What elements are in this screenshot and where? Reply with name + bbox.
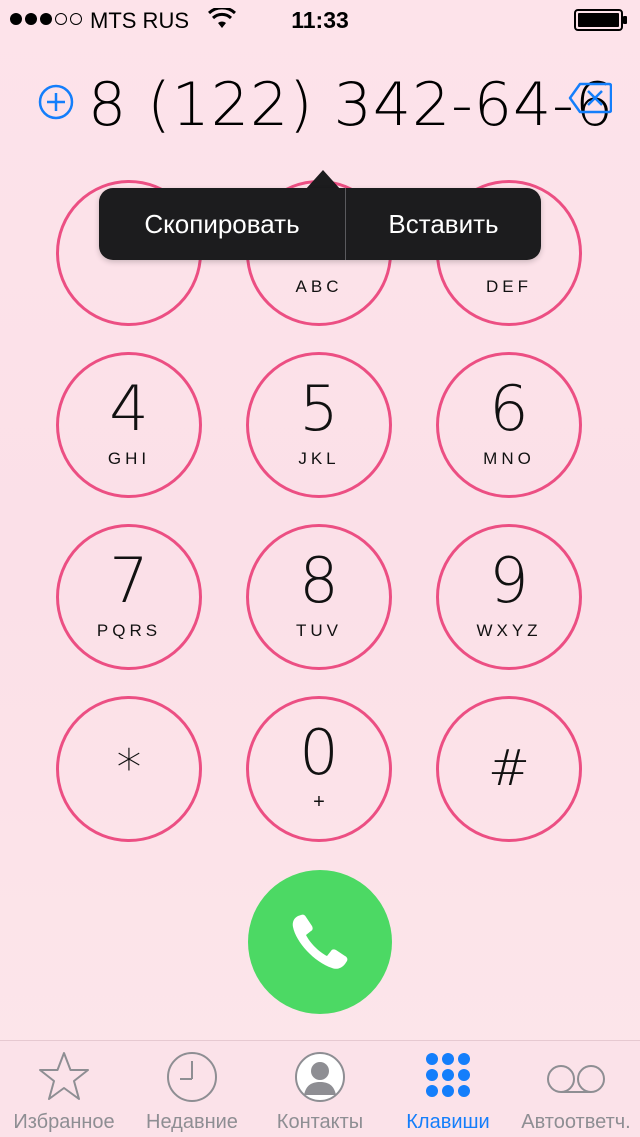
copy-button[interactable]: Скопировать — [99, 188, 345, 260]
tab-bar: Избранное Недавние Контакты Клавиши Авто… — [0, 1040, 640, 1137]
key-digit: 5 — [299, 372, 339, 445]
key-letters: TUV — [296, 621, 342, 640]
voicemail-icon — [547, 1065, 605, 1093]
key-4[interactable]: 4 GHI — [56, 352, 202, 498]
tab-label: Контакты — [276, 1111, 364, 1133]
tab-label: Клавиши — [406, 1111, 490, 1133]
key-digit: 4 — [109, 372, 149, 445]
key-letters: JKL — [298, 449, 340, 468]
key-letters: ABC — [295, 277, 343, 296]
key-letters: PQRS — [96, 621, 162, 640]
tab-recents[interactable]: Недавние — [128, 1041, 256, 1137]
tab-label: Автоответч. — [521, 1111, 631, 1133]
key-digit: 6 — [489, 372, 529, 445]
tab-label: Недавние — [146, 1111, 238, 1133]
key-digit: 0 — [299, 716, 339, 789]
key-digit: 9 — [489, 544, 529, 617]
backspace-icon[interactable] — [568, 82, 612, 114]
clock-icon — [167, 1052, 217, 1102]
key-digit: 7 — [109, 544, 149, 617]
key-9[interactable]: 9 WXYZ — [436, 524, 582, 670]
battery-icon — [574, 9, 627, 31]
status-bar: MTS RUS 11:33 — [0, 0, 640, 40]
keypad-icon — [426, 1053, 470, 1097]
key-0[interactable]: 0 + — [246, 696, 392, 842]
edit-menu-popup: Скопировать Вставить — [99, 188, 541, 260]
call-button[interactable] — [248, 870, 392, 1014]
tab-label: Избранное — [13, 1111, 115, 1133]
key-digit: 8 — [299, 544, 339, 617]
key-letters: + — [313, 791, 325, 813]
key-digit: * — [116, 739, 142, 797]
key-letters: GHI — [107, 449, 151, 468]
key-letters: WXYZ — [476, 621, 542, 640]
phone-icon — [292, 914, 348, 969]
key-digit: # — [488, 739, 530, 797]
paste-button[interactable]: Вставить — [346, 188, 541, 260]
key-7[interactable]: 7 PQRS — [56, 524, 202, 670]
key-hash[interactable]: # — [436, 696, 582, 842]
dialed-number[interactable]: 8 (122) 342-64-6 — [88, 70, 614, 140]
key-star[interactable]: * — [56, 696, 202, 842]
key-5[interactable]: 5 JKL — [246, 352, 392, 498]
key-8[interactable]: 8 TUV — [246, 524, 392, 670]
key-letters: DEF — [486, 277, 532, 296]
tab-keypad[interactable]: Клавиши — [384, 1041, 512, 1137]
star-icon — [39, 1052, 89, 1100]
tab-favorites[interactable]: Избранное — [0, 1041, 128, 1137]
tab-contacts[interactable]: Контакты — [256, 1041, 384, 1137]
key-6[interactable]: 6 MNO — [436, 352, 582, 498]
popup-arrow — [305, 170, 341, 190]
clock-time: 11:33 — [291, 7, 349, 33]
contact-icon — [295, 1052, 345, 1102]
add-contact-icon[interactable] — [38, 84, 74, 120]
key-letters: MNO — [483, 449, 535, 468]
tab-voicemail[interactable]: Автоответч. — [512, 1041, 640, 1137]
